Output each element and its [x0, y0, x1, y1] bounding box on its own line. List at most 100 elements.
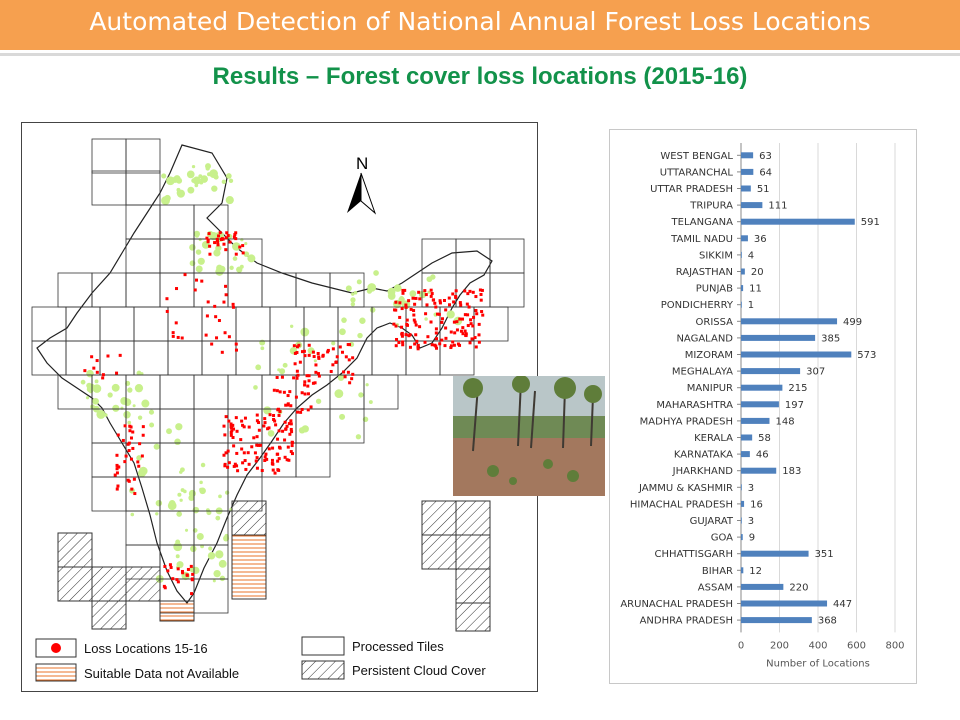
forest-patch: [184, 528, 189, 532]
loss-point: [215, 336, 219, 340]
loss-point: [171, 577, 175, 581]
bar: [741, 235, 748, 242]
loss-point: [452, 320, 456, 324]
loss-point: [230, 426, 234, 430]
bar-value-label: 51: [757, 184, 770, 195]
loss-point: [115, 471, 119, 475]
forest-patch: [86, 369, 94, 378]
bar-value-label: 1: [748, 300, 754, 311]
bar: [741, 467, 777, 474]
forest-patch: [173, 175, 181, 183]
loss-point: [268, 413, 272, 417]
loss-point: [215, 237, 219, 241]
loss-point: [440, 320, 444, 324]
loss-point: [468, 341, 472, 345]
loss-point: [435, 346, 439, 350]
loss-point: [227, 461, 231, 465]
bar-value-label: 499: [843, 317, 862, 328]
loss-point: [302, 349, 306, 353]
bar-value-label: 58: [758, 433, 771, 444]
loss-point: [254, 459, 258, 463]
bar-value-label: 307: [806, 367, 825, 378]
loss-point: [138, 442, 142, 446]
loss-point: [444, 336, 448, 340]
bar-value-label: 64: [759, 167, 772, 178]
loss-point: [409, 307, 413, 311]
loss-point: [284, 403, 288, 407]
loss-point: [166, 569, 170, 573]
loss-point: [277, 457, 281, 461]
processed-tile: [489, 238, 525, 274]
forest-patch: [387, 292, 396, 300]
loss-point: [300, 407, 304, 411]
loss-point: [350, 377, 354, 381]
bar-value-label: 3: [748, 483, 754, 494]
loss-point: [224, 293, 228, 297]
loss-point: [255, 456, 259, 460]
loss-point: [453, 331, 457, 335]
bar: [741, 384, 783, 391]
bar: [741, 451, 750, 458]
forest-patch: [155, 512, 159, 516]
bar-value-label: 215: [788, 383, 807, 394]
loss-point: [255, 435, 259, 439]
bar: [741, 583, 784, 590]
loss-point: [299, 410, 303, 414]
loss-point: [180, 336, 184, 340]
loss-point: [296, 373, 300, 377]
forest-patch: [300, 327, 310, 337]
loss-point: [213, 304, 217, 308]
loss-point: [470, 337, 474, 341]
loss-point: [228, 240, 232, 244]
loss-point: [433, 301, 437, 305]
bar-value-label: 148: [775, 416, 794, 427]
category-label: KARNATAKA: [674, 450, 733, 461]
loss-point: [451, 292, 455, 296]
category-label: MANIPUR: [687, 383, 733, 394]
loss-point: [474, 295, 478, 299]
forest-patch: [192, 506, 200, 514]
loss-point: [234, 416, 238, 420]
loss-point: [398, 315, 402, 319]
loss-point: [471, 290, 475, 294]
loss-point: [397, 341, 401, 345]
category-label: ORISSA: [696, 317, 734, 328]
forest-patch: [228, 178, 234, 184]
loss-point: [283, 455, 287, 459]
loss-point: [465, 302, 469, 306]
loss-point: [255, 466, 259, 470]
forest-patch: [200, 175, 208, 183]
loss-point: [306, 408, 310, 412]
x-tick-label: 200: [770, 640, 789, 651]
loss-point: [232, 464, 236, 468]
loss-point: [267, 426, 271, 430]
title-bar: Automated Detection of National Annual F…: [0, 0, 960, 53]
forest-patch: [195, 249, 202, 255]
loss-point: [171, 334, 175, 338]
loss-point: [404, 303, 408, 307]
forest-patch: [180, 488, 185, 493]
loss-point: [185, 573, 189, 577]
forest-patch: [96, 409, 106, 419]
forest-patch: [180, 467, 185, 473]
category-label: RAJASTHAN: [676, 267, 733, 278]
legend-cloud-cover: Persistent Cloud Cover: [352, 663, 486, 678]
bar-value-label: 220: [789, 582, 808, 593]
loss-point: [452, 300, 456, 304]
bar: [741, 334, 816, 341]
loss-point: [208, 244, 212, 248]
legend-suitable-data: Suitable Data not Available: [84, 666, 239, 681]
forest-patch: [191, 164, 196, 169]
bar: [741, 484, 742, 491]
forest-patch: [213, 249, 221, 257]
loss-point: [392, 322, 396, 326]
loss-point: [132, 477, 136, 481]
loss-point: [430, 292, 434, 296]
category-label: HIMACHAL PRADESH: [630, 499, 733, 510]
forest-patch: [298, 427, 306, 434]
loss-point: [286, 445, 290, 449]
loss-point: [395, 337, 399, 341]
forest-patch: [186, 170, 195, 179]
forest-patch: [90, 404, 95, 410]
x-tick-label: 400: [808, 640, 827, 651]
